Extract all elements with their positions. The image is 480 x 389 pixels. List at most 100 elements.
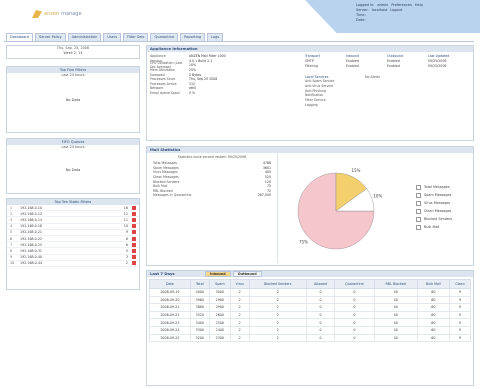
table-cell: 9 xyxy=(449,303,471,312)
table-cell: 40 xyxy=(373,325,418,335)
tab-logs[interactable]: Logs xyxy=(207,33,224,41)
list-item[interactable]: 10 192.168.0.44 2 xyxy=(7,261,139,267)
filter-name: 192.168.0.10 xyxy=(20,205,43,210)
flag-icon xyxy=(132,217,136,222)
stat-value: 267,000 xyxy=(257,193,271,198)
legend-checkbox[interactable] xyxy=(416,208,421,214)
user-link[interactable]: Logout xyxy=(390,8,402,13)
logo-mark-icon xyxy=(32,10,42,18)
filter-count: 6 xyxy=(125,242,128,247)
table-cell: 2 xyxy=(229,295,250,305)
rank: 6 xyxy=(10,236,13,241)
stat-value: 72 xyxy=(266,188,271,193)
pie-label: 15% xyxy=(352,168,361,173)
flag-icon xyxy=(132,261,136,266)
tab-server-policy[interactable]: Server Policy xyxy=(35,33,66,41)
column-header[interactable]: Blocked Senders xyxy=(248,279,307,289)
legend-checkbox[interactable] xyxy=(416,184,421,190)
table-cell: 40 xyxy=(373,333,418,343)
stat-label: Clean Messages xyxy=(153,175,179,180)
rank: 2 xyxy=(10,211,13,216)
table-cell: 9 xyxy=(449,325,471,335)
stat-value: 120 xyxy=(264,179,271,184)
legend-item[interactable]: Clean Messages xyxy=(416,207,452,215)
table-cell: 2 xyxy=(229,303,250,312)
column-header[interactable]: Virus xyxy=(229,279,250,289)
tab-administration[interactable]: Administration xyxy=(67,33,102,41)
legend-checkbox[interactable] xyxy=(416,216,421,222)
tab-quarantine[interactable]: Quarantine xyxy=(150,33,179,41)
table-cell: 60 xyxy=(416,325,451,335)
tab-dashboard[interactable]: Dashboard xyxy=(6,33,33,41)
filter-name: 192.168.0.25 xyxy=(20,242,43,247)
stat-row: Spam Messages 3601 xyxy=(150,166,274,171)
column-header[interactable]: Bulk Mail xyxy=(416,279,451,289)
table-cell: 2008-09-22 xyxy=(149,310,191,320)
detail-value: 0 Bytes xyxy=(189,72,201,77)
detail-label: Network xyxy=(150,86,164,91)
legend-item[interactable]: Spam Messages xyxy=(416,191,452,199)
column-header[interactable]: RBL Blocked xyxy=(373,279,418,289)
table-row: 2008-09-20 3960 2980 2 2 0 0 40 60 9 xyxy=(149,295,471,305)
detail-label: Email queue Spool xyxy=(150,91,180,96)
table-cell: 2 xyxy=(248,325,307,335)
table-cell: 2 xyxy=(229,288,250,297)
table-cell: 0 xyxy=(305,295,336,305)
column-header[interactable]: Date xyxy=(149,279,191,289)
table-cell: 40 xyxy=(373,295,418,305)
table-cell: 2400 xyxy=(208,325,231,335)
table-cell: 2 xyxy=(229,325,250,335)
legend-item[interactable]: Total Messages xyxy=(416,183,452,191)
transport-cell: 09/25/2008 xyxy=(428,64,447,68)
user-link[interactable]: Help xyxy=(415,3,423,8)
table-row: 2008-09-24 3300 2400 2 2 0 0 40 60 9 xyxy=(149,325,471,335)
table-cell: 0 xyxy=(334,288,375,297)
stat-row: Messages in Quarantine 267,000 xyxy=(150,193,274,198)
empty-message: No Data xyxy=(65,98,81,102)
user-info: Logged in: admin Preferences Help Server: loc… xyxy=(356,3,466,23)
stat-row: Virus Messages 400 xyxy=(150,170,274,175)
table-cell: 2900 xyxy=(208,303,231,312)
rank: 3 xyxy=(10,217,13,222)
tab-reporting[interactable]: Reporting xyxy=(180,33,206,41)
table-cell: 2008-09-24 xyxy=(149,325,191,335)
table-cell: 40 xyxy=(373,303,418,312)
services-status: No Alerts xyxy=(365,75,381,79)
subtab-inbound[interactable]: Inbound xyxy=(205,271,231,277)
legend-item[interactable]: Blocked Senders xyxy=(416,215,452,223)
table-cell: 0 xyxy=(334,325,375,335)
tab-filter-sets[interactable]: Filter Sets xyxy=(123,33,149,41)
table-cell: 3880 xyxy=(189,303,210,312)
legend-label: Clean Messages xyxy=(424,209,452,213)
table-row: 2008-09-22 3520 2600 2 2 0 0 40 60 9 xyxy=(149,310,471,320)
week-line: Week 2, 14 xyxy=(63,51,83,55)
table-cell: 60 xyxy=(416,333,451,343)
table-cell: 9 xyxy=(449,310,471,320)
column-header[interactable]: Quarantine xyxy=(334,279,375,289)
stat-value: 400 xyxy=(264,170,271,175)
legend-checkbox[interactable] xyxy=(416,192,421,198)
table-cell: 60 xyxy=(416,295,451,305)
legend-checkbox[interactable] xyxy=(416,224,421,230)
column-header[interactable]: Clean xyxy=(449,279,471,289)
table-cell: 0 xyxy=(334,333,375,343)
table-cell: 3200 xyxy=(189,333,210,343)
column-header[interactable]: Allowed xyxy=(305,279,336,289)
legend-item[interactable]: Virus Messages xyxy=(416,199,452,207)
table-cell: 60 xyxy=(416,288,451,297)
rank: 4 xyxy=(10,224,13,229)
legend-label: Bulk Mail xyxy=(424,225,440,229)
legend-item[interactable]: Bulk Mail xyxy=(416,223,452,231)
detail-row: Email queue Spool 0 % xyxy=(147,91,305,96)
legend-checkbox[interactable] xyxy=(416,200,421,206)
logo-text-primary: anzen xyxy=(44,11,60,17)
tab-users[interactable]: Users xyxy=(103,33,122,41)
column-header[interactable]: Total xyxy=(189,279,210,289)
detail-value: 0 % xyxy=(189,91,196,96)
rank: 10 xyxy=(10,261,15,266)
column-header[interactable]: Spam xyxy=(208,279,231,289)
subtab-outbound[interactable]: Outbound xyxy=(232,271,262,277)
table-cell: 60 xyxy=(416,303,451,312)
logo: anzen manage xyxy=(32,10,82,18)
stat-label: Blocked Senders xyxy=(153,179,180,184)
